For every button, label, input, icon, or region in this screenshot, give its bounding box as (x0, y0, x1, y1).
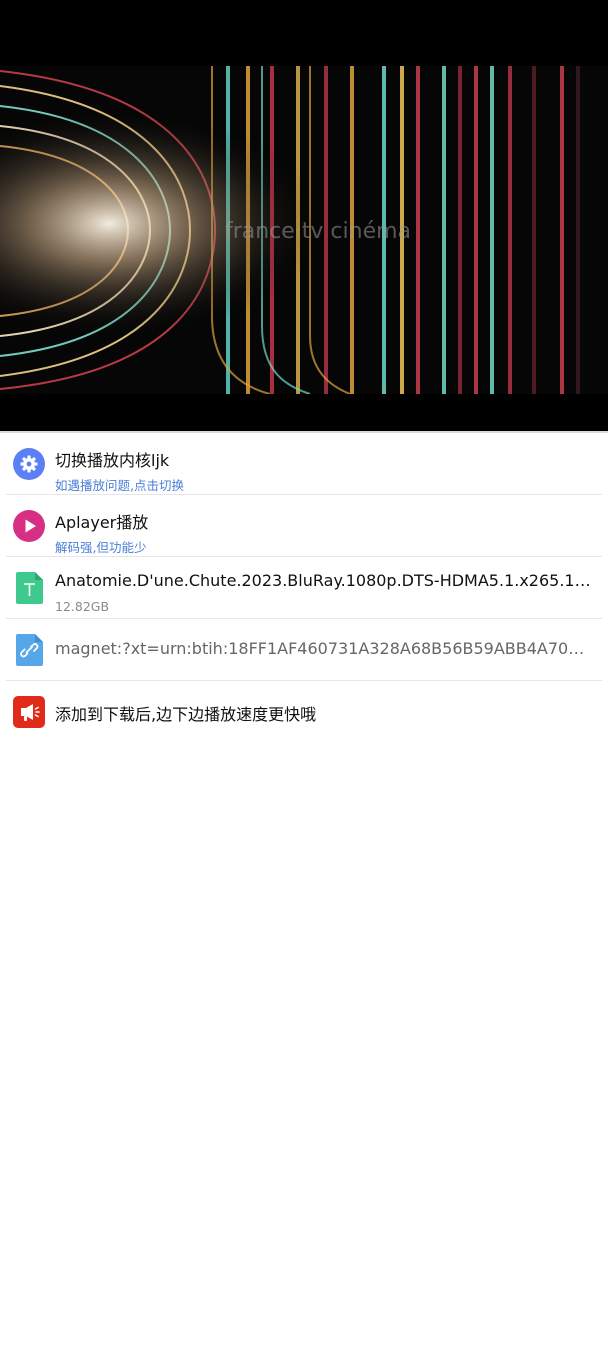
option-title: 切换播放内核ljk (55, 451, 170, 470)
file-option[interactable]: Anatomie.D'une.Chute.2023.BluRay.1080p.D… (6, 557, 602, 619)
option-subtitle: 如遇播放问题,点击切换 (55, 478, 184, 493)
file-size: 12.82GB (55, 599, 110, 614)
magnet-option[interactable]: magnet:?xt=urn:btih:18FF1AF460731A328A68… (6, 619, 602, 681)
megaphone-icon (13, 696, 45, 728)
option-title: Anatomie.D'une.Chute.2023.BluRay.1080p.D… (55, 571, 594, 590)
gear-icon (13, 448, 45, 480)
option-subtitle: 解码强,但功能少 (55, 540, 147, 555)
options-list: 切换播放内核ljk 如遇播放问题,点击切换 Aplayer播放 解码强,但功能少… (0, 433, 608, 743)
option-title: Aplayer播放 (55, 513, 149, 532)
video-player[interactable]: france·tv cinéma (0, 0, 608, 432)
play-icon (13, 510, 45, 542)
link-file-icon (16, 634, 43, 666)
video-watermark: france·tv cinéma (225, 219, 411, 244)
option-title: 添加到下载后,边下边播放速度更快哦 (55, 705, 317, 724)
magnet-link: magnet:?xt=urn:btih:18FF1AF460731A328A68… (55, 639, 594, 658)
download-tip-option[interactable]: 添加到下载后,边下边播放速度更快哦 (6, 681, 602, 743)
text-file-icon (16, 572, 43, 604)
aplayer-option[interactable]: Aplayer播放 解码强,但功能少 (6, 495, 602, 557)
video-frame: france·tv cinéma (0, 66, 608, 394)
switch-core-option[interactable]: 切换播放内核ljk 如遇播放问题,点击切换 (6, 433, 602, 495)
